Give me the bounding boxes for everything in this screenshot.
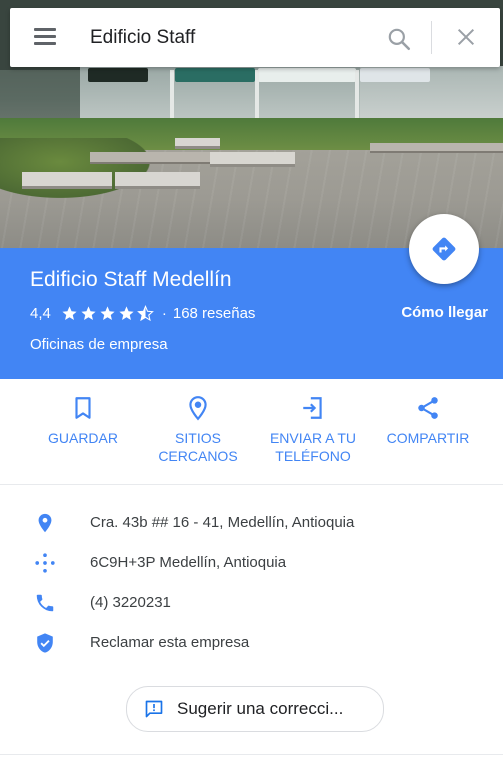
address-text: Cra. 43b ## 16 - 41, Medellín, Antioquia [90, 514, 355, 531]
star-icon [100, 306, 115, 321]
phone-icon [36, 594, 54, 612]
save-label: GUARDAR [47, 430, 118, 446]
plus-code-text: 6C9H+3P Medellín, Antioquia [90, 554, 287, 571]
action-row: GUARDAR SITIOS CERCANOS ENVIAR A TU TELÉ… [0, 379, 503, 485]
place-title: Edificio Staff Medellín [30, 268, 232, 291]
share-label: COMPARTIR [386, 430, 470, 446]
save-button[interactable]: GUARDAR [23, 395, 143, 447]
bookmark-icon [75, 397, 91, 419]
claim-business-text: Reclamar esta empresa [90, 634, 250, 651]
rating-row[interactable]: 4,4 · 168 reseñas [30, 305, 255, 322]
claim-business-row[interactable]: Reclamar esta empresa [0, 624, 503, 664]
divider [0, 754, 503, 755]
address-row[interactable]: Cra. 43b ## 16 - 41, Medellín, Antioquia [0, 504, 503, 544]
place-category[interactable]: Oficinas de empresa [30, 336, 168, 353]
search-bar: Edificio Staff [10, 8, 500, 67]
divider [431, 21, 432, 54]
star-icon [119, 306, 134, 321]
share-button[interactable]: COMPARTIR [368, 395, 488, 447]
directions-label[interactable]: Cómo llegar [401, 304, 488, 321]
verified-shield-icon [37, 633, 53, 653]
send-to-phone-button[interactable]: ENVIAR A TU TELÉFONO [253, 395, 373, 465]
location-pin-icon [38, 513, 52, 533]
plus-code-row[interactable]: 6C9H+3P Medellín, Antioquia [0, 544, 503, 584]
place-header: Edificio Staff Medellín 4,4 · 168 reseña… [0, 214, 503, 379]
send-to-phone-icon [303, 397, 322, 419]
plus-code-icon [35, 553, 55, 573]
star-icon [62, 306, 77, 321]
nearby-button[interactable]: SITIOS CERCANOS [138, 395, 258, 465]
half-star-icon [136, 305, 154, 322]
close-icon[interactable] [455, 26, 477, 48]
suggest-edit-label: Sugerir una correcci... [177, 699, 344, 718]
menu-icon[interactable] [34, 28, 56, 46]
rating-value: 4,4 [30, 305, 51, 322]
search-input[interactable]: Edificio Staff [90, 27, 195, 49]
share-icon [418, 397, 438, 419]
star-icon [81, 306, 96, 321]
phone-row[interactable]: (4) 3220231 [0, 584, 503, 624]
nearby-icon [189, 396, 207, 421]
separator: · [161, 305, 167, 322]
directions-icon [432, 237, 456, 261]
reviews-link[interactable]: 168 reseñas [173, 305, 256, 322]
directions-button[interactable] [409, 214, 479, 284]
feedback-icon [145, 700, 163, 718]
send-to-phone-label: ENVIAR A TU TELÉFONO [269, 430, 357, 464]
suggest-edit-button[interactable]: Sugerir una correcci... [126, 686, 384, 732]
star-rating [61, 305, 154, 322]
search-icon[interactable] [386, 26, 412, 52]
phone-text: (4) 3220231 [90, 594, 171, 611]
nearby-label: SITIOS CERCANOS [158, 430, 238, 464]
